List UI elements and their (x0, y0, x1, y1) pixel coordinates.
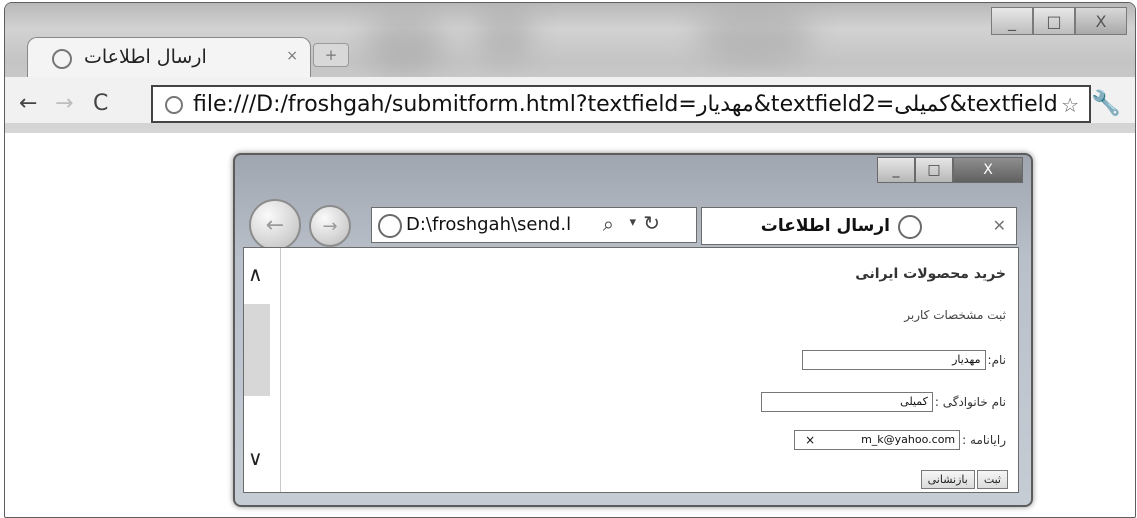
minimize-icon[interactable]: _ (991, 7, 1033, 35)
submit-button[interactable]: ثبت (976, 470, 1008, 489)
scrollbar-thumb[interactable] (244, 304, 270, 396)
ie-tab[interactable]: ارسال اطلاعات ✕ (701, 207, 1017, 245)
clear-input-icon[interactable]: × (805, 431, 815, 449)
ie-logo-icon (898, 215, 922, 239)
ie-tab-title: ارسال اطلاعات (760, 216, 890, 236)
ie-page-content: ∧ ∨ خرید محصولات ایرانی ثبت مشخصات کاربر… (243, 247, 1019, 493)
refresh-icon[interactable]: ↻ (643, 211, 660, 235)
blurred-background-shape (365, 13, 445, 73)
email-value: m_k@yahoo.com (861, 433, 956, 446)
chrome-window-controls: _ □ X (991, 7, 1127, 35)
address-bar[interactable]: file:///D:/froshgah/submitform.html?text… (151, 85, 1091, 123)
vertical-scrollbar[interactable]: ∧ ∨ (244, 248, 281, 492)
search-icon[interactable]: ⌕ (603, 212, 614, 236)
close-icon[interactable]: X (953, 157, 1023, 183)
tab-close-icon[interactable]: ✕ (993, 216, 1006, 235)
tab-title: ارسال اطلاعات (84, 46, 207, 68)
scroll-down-icon[interactable]: ∨ (248, 446, 263, 470)
blurred-background-shape (475, 9, 535, 61)
page-icon (165, 96, 183, 114)
back-icon[interactable]: ← (249, 199, 301, 251)
dropdown-icon[interactable]: ▾ (629, 215, 636, 230)
family-field[interactable]: کمیلی (760, 392, 933, 412)
forward-icon[interactable]: → (55, 91, 73, 116)
chrome-window: _ □ X ارسال اطلاعات × + ← → C file:///D:… (4, 2, 1136, 518)
blurred-background-shape (695, 9, 815, 63)
email-label: رایانامه : (962, 433, 1006, 447)
forward-icon[interactable]: → (309, 205, 351, 247)
ie-page-icon (378, 214, 402, 238)
url-text: file:///D:/froshgah/submitform.html?text… (193, 92, 1058, 117)
wrench-icon[interactable]: 🔧 (1091, 89, 1121, 117)
tab-close-icon[interactable]: × (286, 48, 298, 64)
email-row: رایانامه : × m_k@yahoo.com (794, 430, 1006, 450)
ie-window: _ □ X ← → D:\froshgah\send.l ⌕ ▾ ↻ ارسال… (233, 153, 1033, 507)
scroll-up-icon[interactable]: ∧ (248, 262, 263, 286)
reset-button[interactable]: بازنشانی (920, 470, 975, 489)
name-field[interactable]: مهدیار (801, 350, 986, 370)
email-field[interactable]: × m_k@yahoo.com (794, 430, 961, 450)
screenshot: _ □ X ارسال اطلاعات × + ← → C file:///D:… (0, 0, 1137, 518)
form-title: خرید محصولات ایرانی (855, 266, 1006, 282)
bookmark-star-icon[interactable]: ☆ (1061, 93, 1079, 117)
close-icon[interactable]: X (1075, 7, 1127, 35)
minimize-icon[interactable]: _ (877, 157, 915, 183)
maximize-icon[interactable]: □ (915, 157, 953, 183)
form-buttons: ثبت بازنشانی (920, 470, 1008, 489)
maximize-icon[interactable]: □ (1033, 7, 1075, 35)
ie-window-controls: _ □ X (877, 157, 1023, 183)
ie-url-text: D:\froshgah\send.l (406, 214, 572, 235)
page-icon (52, 49, 72, 69)
chrome-tab[interactable]: ارسال اطلاعات × (27, 37, 311, 78)
ie-address-bar[interactable]: D:\froshgah\send.l ⌕ ▾ ↻ (371, 207, 697, 243)
reload-icon[interactable]: C (93, 91, 108, 116)
family-row: نام خانوادگی : کمیلی (760, 392, 1006, 412)
new-tab-button[interactable]: + (313, 43, 349, 67)
user-form: خرید محصولات ایرانی ثبت مشخصات کاربر نام… (284, 248, 1012, 492)
form-subtitle: ثبت مشخصات کاربر (904, 308, 1006, 322)
name-row: نام: مهدیار (801, 350, 1006, 370)
back-icon[interactable]: ← (19, 91, 37, 116)
name-label: نام: (987, 353, 1006, 367)
family-label: نام خانوادگی : (934, 395, 1006, 409)
